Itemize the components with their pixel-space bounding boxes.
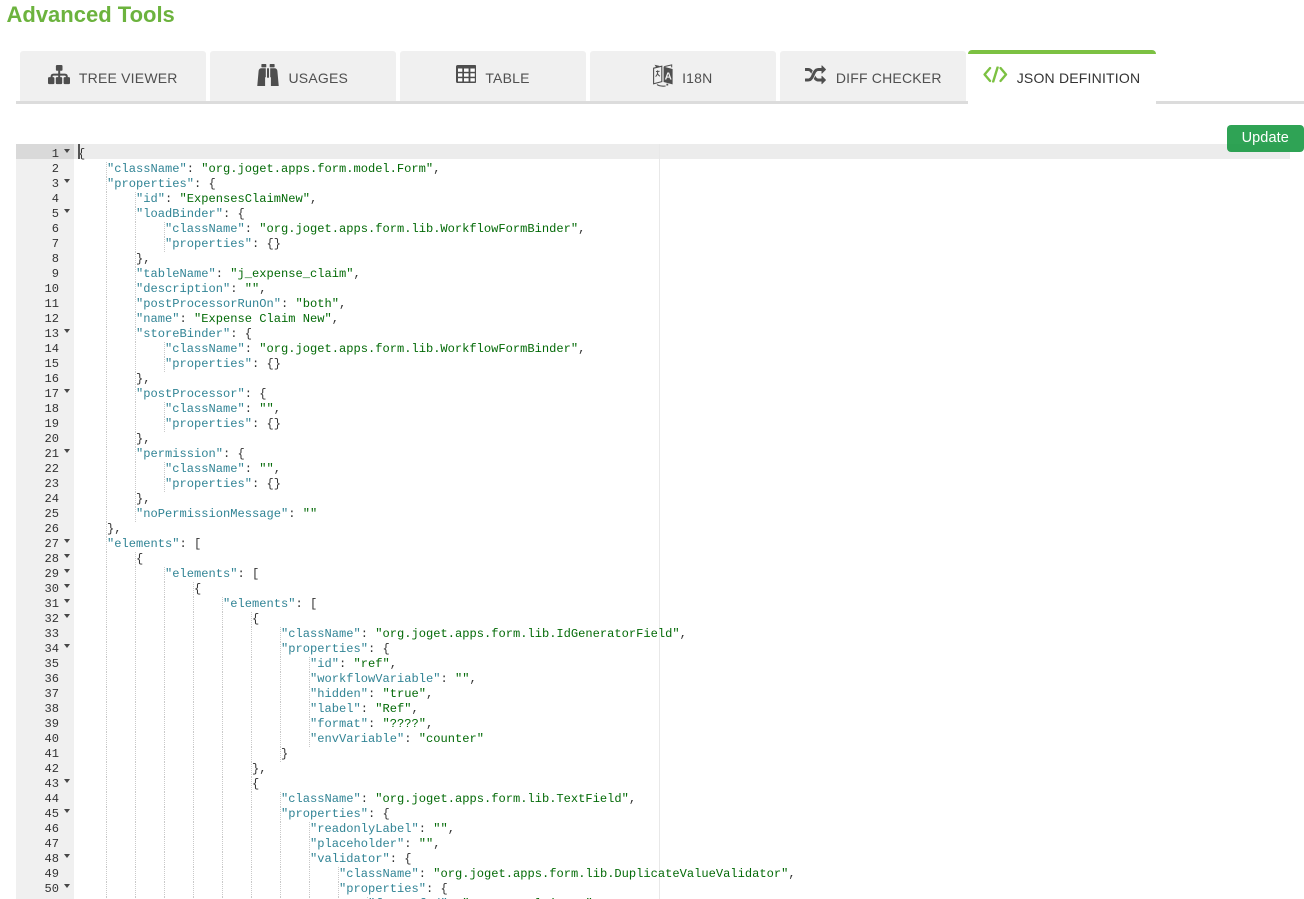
svg-text:A: A — [665, 71, 672, 82]
